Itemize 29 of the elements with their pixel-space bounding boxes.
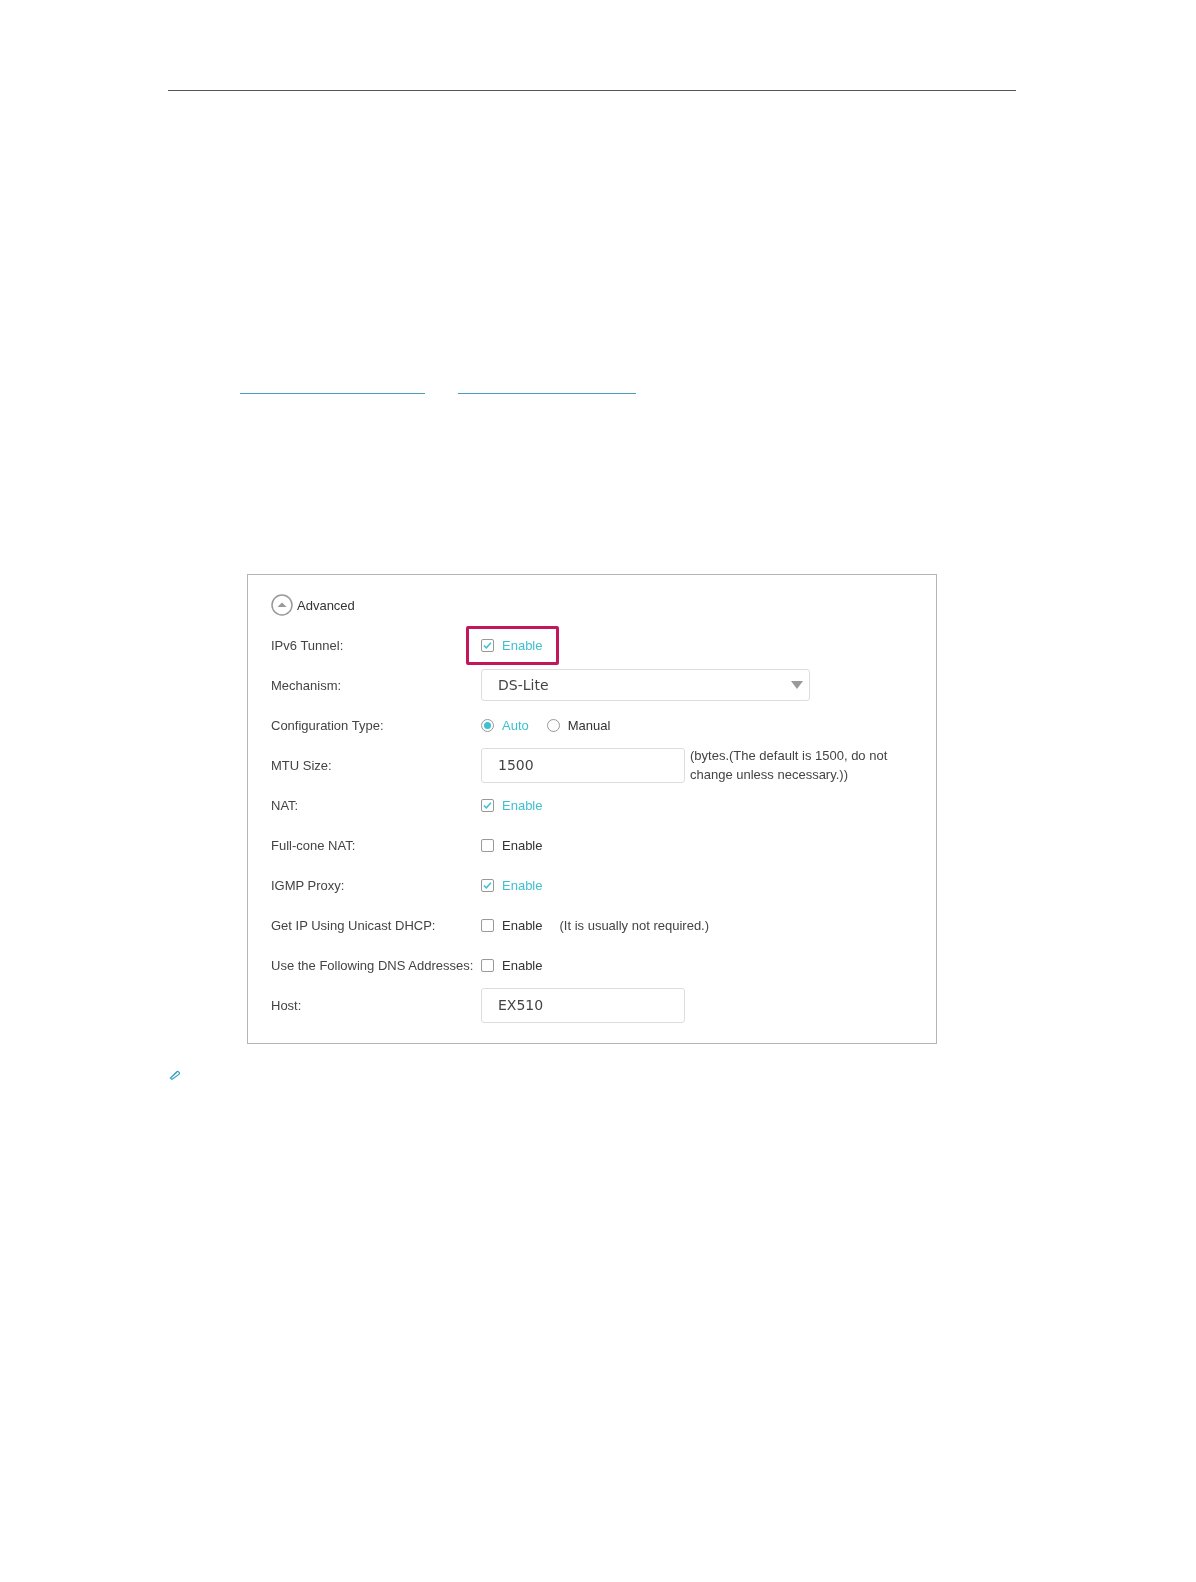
checkbox[interactable] [481, 798, 494, 812]
field-label: Host: [271, 997, 303, 1013]
field-label: Full-cone NAT: [271, 837, 357, 853]
caret-icon [791, 681, 803, 689]
section-title[interactable]: Advanced [297, 597, 355, 613]
checkbox[interactable] [481, 878, 494, 892]
hint-text: (bytes.(The default is 1500, do not change unless necessary.)) [690, 747, 889, 784]
input-field[interactable]: EX510 [481, 987, 685, 1023]
field-label: NAT: [271, 797, 300, 813]
field-label: Use the Following DNS Addresses: [271, 957, 475, 973]
checkbox-label[interactable]: Enable [502, 957, 543, 973]
field-label: Configuration Type: [271, 717, 385, 733]
input-field[interactable]: 1500 [481, 747, 685, 783]
collapse-icon[interactable] [271, 594, 293, 616]
checkbox[interactable] [481, 918, 494, 932]
radio-label[interactable]: Manual [567, 717, 611, 733]
checkbox[interactable] [481, 958, 494, 972]
checkbox-label[interactable]: Enable [502, 917, 543, 933]
checkbox[interactable] [481, 638, 494, 652]
field-label: Mechanism: [271, 677, 343, 693]
field-label: MTU Size: [271, 757, 333, 773]
checkbox-label[interactable]: Enable [502, 837, 543, 853]
field-label: IPv6 Tunnel: [271, 637, 345, 653]
dropdown[interactable]: DS-Lite [481, 669, 810, 701]
checkbox[interactable] [481, 838, 494, 852]
paperclip-icon [168, 1070, 180, 1080]
field-label: Get IP Using Unicast DHCP: [271, 917, 437, 933]
field-label: IGMP Proxy: [271, 877, 346, 893]
hint-text: (It is usually not required.) [559, 916, 710, 935]
